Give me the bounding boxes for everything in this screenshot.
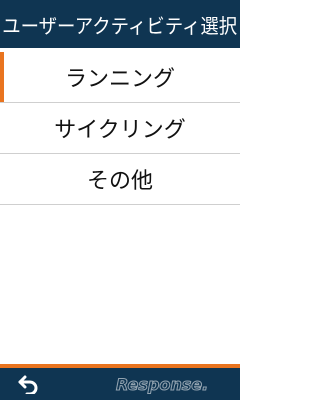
back-arrow-icon: [18, 375, 38, 394]
bottom-bar: Response.: [0, 368, 240, 400]
title-bar: ユーザーアクティビティ選択: [0, 0, 240, 48]
watermark-text: Response.: [116, 375, 208, 394]
list-item-label: サイクリング: [54, 118, 186, 143]
list-item-label: ランニング: [64, 67, 175, 92]
page-title: ユーザーアクティビティ選択: [2, 13, 238, 38]
activity-list: ランニング サイクリング その他: [0, 52, 240, 205]
list-item-running[interactable]: ランニング: [0, 52, 240, 103]
watermark-logo: Response.: [116, 375, 209, 395]
back-button[interactable]: [14, 372, 42, 396]
list-item-cycling[interactable]: サイクリング: [0, 103, 240, 154]
list-item-label: その他: [86, 169, 153, 194]
list-item-other[interactable]: その他: [0, 154, 240, 205]
